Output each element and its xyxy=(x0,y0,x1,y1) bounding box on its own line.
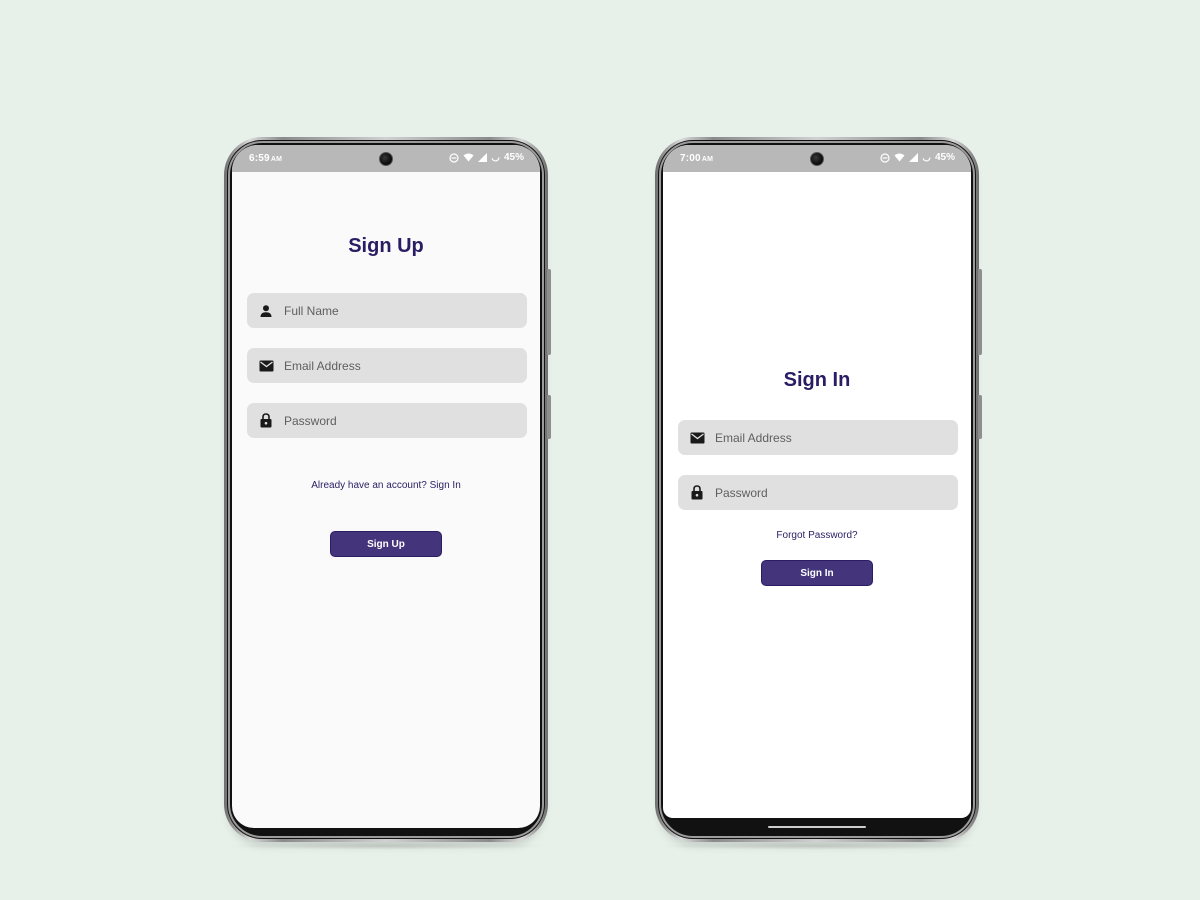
volume-button xyxy=(978,269,982,355)
mail-icon xyxy=(258,358,274,374)
signal-icon xyxy=(908,153,918,162)
phone-shadow xyxy=(652,842,982,850)
password-input[interactable] xyxy=(284,413,484,428)
sign-in-link[interactable]: Already have an account? Sign In xyxy=(232,480,540,491)
camera-icon xyxy=(810,152,824,166)
status-bar: 7:00AM 45% xyxy=(663,145,971,172)
phone-frame-signin: 7:00AM 45% Sign In Forgot Password? xyxy=(655,137,982,842)
wifi-icon xyxy=(894,153,905,162)
sign-up-button[interactable]: Sign Up xyxy=(330,531,442,557)
battery-percent: 45% xyxy=(503,152,524,163)
full-name-input[interactable] xyxy=(284,303,484,318)
lock-icon xyxy=(258,413,274,429)
dnd-icon xyxy=(449,152,459,163)
email-input[interactable] xyxy=(284,358,484,373)
phone-frame-signup: 6:59AM 45% Sign Up Full Name Email Addre… xyxy=(224,137,551,842)
password-field[interactable] xyxy=(678,475,958,510)
volume-button xyxy=(547,269,551,355)
lock-icon xyxy=(689,485,705,501)
person-icon xyxy=(258,303,274,319)
forgot-password-link[interactable]: Forgot Password? xyxy=(663,530,971,541)
email-input[interactable] xyxy=(715,430,915,445)
mail-icon xyxy=(689,430,705,446)
wifi-icon xyxy=(463,153,474,162)
battery-percent: 45% xyxy=(934,152,955,163)
status-bar: 6:59AM 45% xyxy=(232,145,540,172)
full-name-field[interactable] xyxy=(247,293,527,328)
status-time: 7:00AM xyxy=(680,153,714,164)
status-icons: 45% xyxy=(880,152,955,163)
status-icons: 45% xyxy=(449,152,524,163)
battery-icon xyxy=(491,153,500,162)
power-button xyxy=(978,395,982,439)
email-field[interactable] xyxy=(678,420,958,455)
page-title: Sign Up xyxy=(348,235,424,257)
status-time: 6:59AM xyxy=(249,153,283,164)
page-title: Sign In xyxy=(783,369,851,391)
phone-shadow xyxy=(221,842,551,850)
home-indicator[interactable] xyxy=(768,826,866,828)
signup-screen: 6:59AM 45% Sign Up Full Name Email Addre… xyxy=(232,145,540,828)
camera-icon xyxy=(379,152,393,166)
email-field[interactable] xyxy=(247,348,527,383)
password-field[interactable] xyxy=(247,403,527,438)
signal-icon xyxy=(477,153,487,162)
battery-icon xyxy=(922,153,931,162)
power-button xyxy=(547,395,551,439)
password-input[interactable] xyxy=(715,485,915,500)
sign-in-button[interactable]: Sign In xyxy=(761,560,873,586)
signin-screen: 7:00AM 45% Sign In Forgot Password? xyxy=(663,145,971,818)
dnd-icon xyxy=(880,152,890,163)
